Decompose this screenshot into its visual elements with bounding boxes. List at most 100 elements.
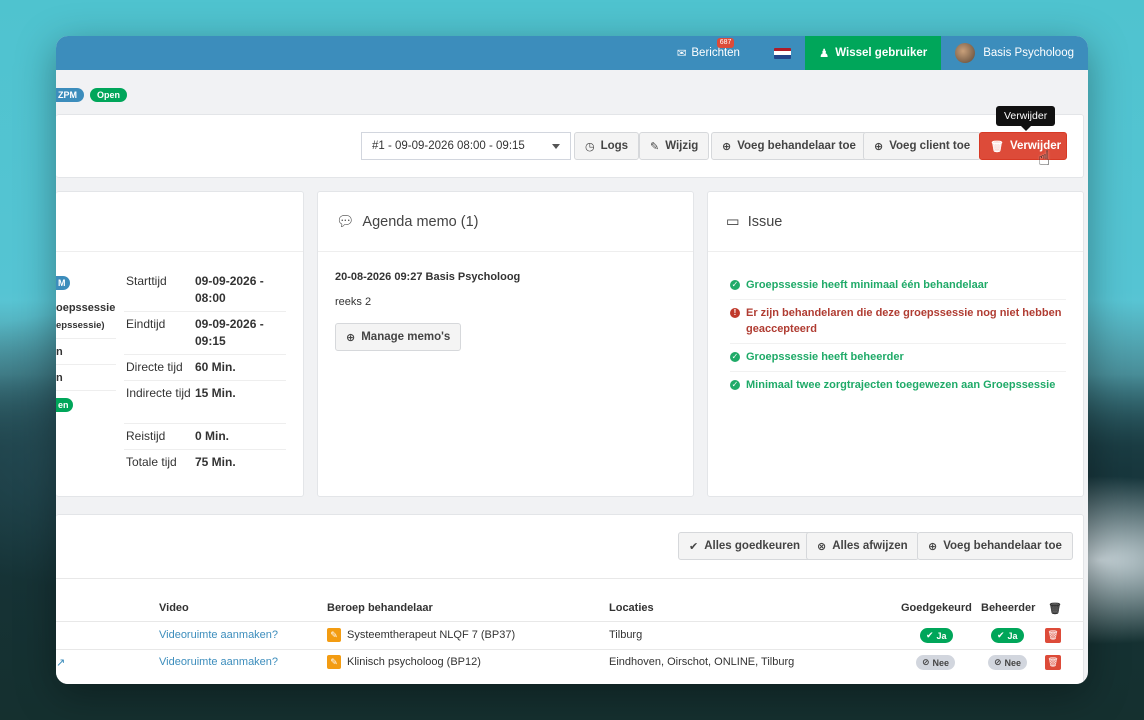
detail-value: 09-09-2026 - 08:00 <box>195 274 264 305</box>
check-circle-icon: ✓ <box>730 380 740 390</box>
reject-all-label: Alles afwijzen <box>832 540 908 552</box>
clipped-text: epssessie) <box>56 320 105 331</box>
manage-memos-label: Manage memo's <box>361 331 451 343</box>
issue-text: Er zijn behandelaren die deze groepssess… <box>746 307 1062 335</box>
issue-text: Groepssessie heeft minimaal één behandel… <box>746 279 989 291</box>
profession-cell: ✎ Systeemtherapeut NLQF 7 (BP37) <box>327 628 515 642</box>
trash-icon: 🗑 <box>990 140 1004 153</box>
issue-item: ✓ Groepssessie heeft beheerder <box>730 344 1066 372</box>
pencil-icon[interactable]: ✎ <box>327 628 341 642</box>
divider <box>56 390 116 391</box>
switch-user-button[interactable]: ♟ Wissel gebruiker <box>804 36 942 70</box>
approve-all-button[interactable]: ✔ Alles goedkeuren <box>678 532 812 560</box>
column-header-locations: Locaties <box>609 602 654 614</box>
switch-user-label: Wissel gebruiker <box>835 47 928 59</box>
add-practitioner-label: Voeg behandelaar toe <box>737 140 856 152</box>
messages-count-badge: 687 <box>716 38 735 48</box>
profession-text: Systeemtherapeut NLQF 7 (BP37) <box>347 628 516 641</box>
chevron-down-icon <box>552 144 560 149</box>
divider <box>124 449 286 450</box>
user-name: Basis Psycholoog <box>983 47 1074 59</box>
plus-circle-icon: ⊕ <box>722 140 732 153</box>
approved-badge[interactable]: ⊘ Nee <box>916 655 956 670</box>
divider <box>56 649 1084 650</box>
messages-label: Berichten <box>691 47 740 59</box>
column-header-manager: Beheerder <box>981 602 1036 614</box>
divider <box>56 338 116 339</box>
divider <box>56 621 1084 622</box>
create-video-room-link[interactable]: Videoruimte aanmaken? <box>159 629 278 641</box>
delete-row-button[interactable]: 🗑 <box>1045 655 1061 670</box>
issue-panel: ▭ Issue ✓ Groepssessie heeft minimaal éé… <box>707 191 1084 497</box>
divider <box>124 380 286 381</box>
manager-badge[interactable]: ✔ Ja <box>991 628 1024 643</box>
plus-circle-icon: ⊕ <box>346 331 356 344</box>
memo-header: 💬︎ Agenda memo (1) <box>318 192 693 252</box>
profession-text: Klinisch psycholoog (BP12) <box>347 655 481 668</box>
locations-cell: Tilburg <box>609 629 643 641</box>
add-client-button[interactable]: ⊕ Voeg client toe <box>863 132 982 160</box>
create-video-room-link[interactable]: Videoruimte aanmaken? <box>159 656 278 668</box>
detail-value: 15 Min. <box>195 386 236 400</box>
detail-label: Reistijd <box>126 429 166 443</box>
reject-all-button[interactable]: ⊗ Alles afwijzen <box>806 532 919 560</box>
issue-item: ✓ Groepssessie heeft minimaal één behand… <box>730 272 1066 300</box>
delete-label: Verwijder <box>1009 140 1062 152</box>
check-circle-icon: ✔ <box>926 630 934 640</box>
delete-tooltip: Verwijder <box>996 106 1056 131</box>
delete-row-button[interactable]: 🗑 <box>1045 628 1061 643</box>
issue-item: ✓ Minimaal twee zorgtrajecten toegewezen… <box>730 372 1066 399</box>
session-select-value: #1 - 09-09-2026 08:00 - 09:15 <box>372 140 525 152</box>
clock-icon: ◷ <box>585 140 595 153</box>
approved-badge[interactable]: ✔ Ja <box>920 628 953 643</box>
exclamation-circle-icon: ! <box>730 308 740 318</box>
pencil-icon: ✎ <box>650 140 660 153</box>
edit-button[interactable]: ✎ Wijzig <box>639 132 710 160</box>
pencil-icon[interactable]: ✎ <box>327 655 341 669</box>
issue-item: ! Er zijn behandelaren die deze groepsse… <box>730 300 1066 344</box>
language-selector[interactable] <box>760 36 805 70</box>
divider <box>124 311 286 312</box>
issue-text: Minimaal twee zorgtrajecten toegewezen a… <box>746 379 1056 391</box>
manager-badge[interactable]: ⊘ Nee <box>988 655 1028 670</box>
user-menu[interactable]: Basis Psycholoog <box>941 36 1088 70</box>
clipped-text: n <box>56 346 63 358</box>
manager-text: Ja <box>1007 630 1018 641</box>
detail-value: 0 Min. <box>195 429 230 443</box>
session-details-panel: M oepssessie epssessie) n n en Starttijd… <box>56 191 304 497</box>
delete-button[interactable]: 🗑 Verwijder <box>979 132 1067 160</box>
column-header-profession: Beroep behandelaar <box>327 602 433 614</box>
add-practitioner-button[interactable]: ⊕ Voeg behandelaar toe <box>711 132 867 160</box>
column-header-video: Video <box>159 602 189 614</box>
memo-title: Agenda memo (1) <box>362 213 479 230</box>
clipped-text: oepssessie <box>56 302 116 314</box>
check-circle-icon: ✔ <box>689 540 699 553</box>
app-window: ✉ Berichten 687 ♟ Wissel gebruiker Basis… <box>56 36 1088 684</box>
plus-circle-icon: ⊕ <box>928 540 938 553</box>
approved-text: Nee <box>932 657 950 668</box>
logs-button[interactable]: ◷ Logs <box>574 132 640 160</box>
external-link-icon[interactable]: ↗ <box>56 656 65 669</box>
manage-memos-button[interactable]: ⊕ Manage memo's <box>335 323 462 351</box>
add-practitioner-table-button[interactable]: ⊕ Voeg behandelaar toe <box>917 532 1073 560</box>
plus-circle-icon: ⊕ <box>874 140 884 153</box>
detail-value: 75 Min. <box>195 455 236 469</box>
divider <box>56 578 1084 579</box>
issue-text: Groepssessie heeft beheerder <box>746 351 904 363</box>
details-header <box>56 192 303 252</box>
check-circle-icon: ✔ <box>997 630 1005 640</box>
user-secret-icon: ♟ <box>818 48 830 60</box>
approve-all-label: Alles goedkeuren <box>704 540 801 552</box>
approved-text: Ja <box>936 630 947 641</box>
manager-text: Nee <box>1004 657 1022 668</box>
agenda-memo-panel: 💬︎ Agenda memo (1) 20-08-2026 09:27 Basi… <box>317 191 694 497</box>
session-select[interactable]: #1 - 09-09-2026 08:00 - 09:15 <box>361 132 571 160</box>
detail-value: 09-09-2026 - 09:15 <box>195 317 264 348</box>
detail-label: Totale tijd <box>126 455 177 469</box>
avatar <box>955 43 976 63</box>
session-tags: ZPM Open <box>56 88 128 102</box>
envelope-icon: ✉ <box>676 48 687 60</box>
divider <box>124 354 286 355</box>
messages-link[interactable]: ✉ Berichten 687 <box>663 36 760 70</box>
trash-icon: 🗑 <box>1048 603 1062 615</box>
